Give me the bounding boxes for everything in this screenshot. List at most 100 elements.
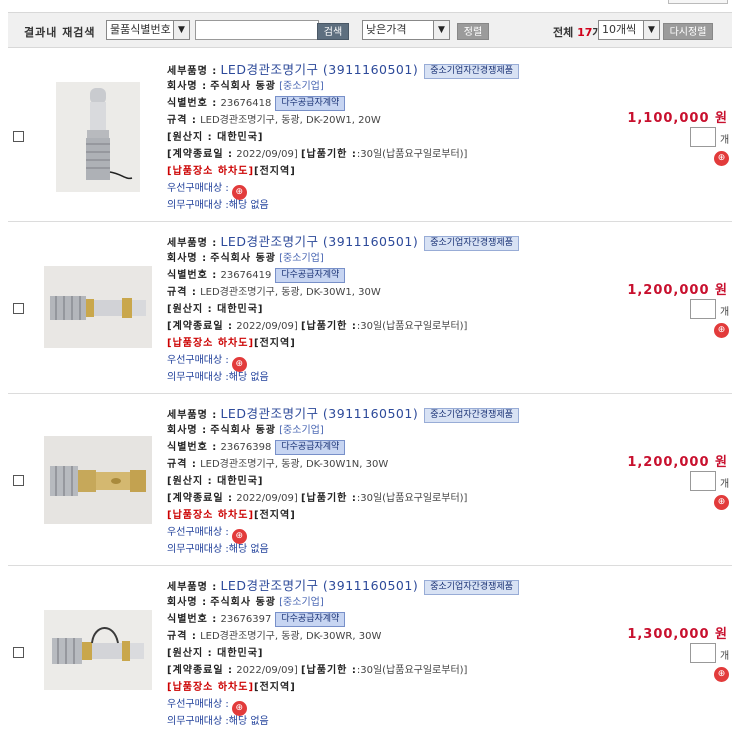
product-name-link[interactable]: LED경관조명기구 (3911160501) — [220, 406, 418, 421]
company-type: [중소기업] — [279, 81, 324, 92]
company-name[interactable]: 주식회사 동광 — [210, 81, 276, 92]
delivery-value: :30일(납품요구일로부터)] — [356, 493, 468, 504]
search-button[interactable]: 검색 — [317, 23, 349, 40]
sort-button[interactable]: 정렬 — [457, 23, 489, 40]
price: 1,100,000 원 — [627, 111, 728, 126]
total-count: 전체 17개 — [553, 24, 603, 40]
select-checkbox[interactable] — [13, 303, 24, 314]
company-name[interactable]: 주식회사 동광 — [210, 425, 276, 436]
product-row: 세부품명 : LED경관조명기구 (3911160501) 중소기업자간경쟁제품 … — [8, 54, 732, 222]
mandatory-value: 해당 없음 — [228, 544, 269, 555]
delivery-label: [납품기한 : — [300, 665, 357, 676]
delivery-place-value: [전지역] — [254, 682, 296, 693]
product-label: 세부품명 : — [167, 66, 218, 77]
quantity-input[interactable] — [690, 471, 716, 491]
total-label: 전체 — [553, 26, 574, 39]
contract-badge: 다수공급자계약 — [275, 440, 346, 455]
select-checkbox[interactable] — [13, 647, 24, 658]
search-field-value: 물품식별번호 — [110, 23, 171, 36]
id-label: 식별번호 : — [167, 614, 218, 625]
search-field-select[interactable]: 물품식별번호 ▼ — [106, 20, 190, 40]
product-name-link[interactable]: LED경관조명기구 (3911160501) — [220, 62, 418, 77]
contract-end-value: 2022/09/09] — [236, 149, 298, 160]
delivery-value: :30일(납품요구일로부터)] — [356, 149, 468, 160]
product-image[interactable] — [44, 436, 152, 524]
total-number: 17 — [577, 26, 593, 39]
delivery-place-label: [납품장소 하차도] — [167, 510, 255, 521]
product-label: 세부품명 : — [167, 410, 218, 421]
spec-value: LED경관조명기구, 동광, DK-30WR, 30W — [200, 631, 382, 642]
select-checkbox[interactable] — [13, 131, 24, 142]
quantity-input[interactable] — [690, 643, 716, 663]
company-type: [중소기업] — [279, 253, 324, 264]
contract-end-label: [계약종료일 : — [167, 665, 234, 676]
search-input[interactable] — [195, 20, 319, 40]
quantity-unit: 개 — [720, 479, 730, 490]
spec-value: LED경관조명기구, 동광, DK-30W1, 30W — [200, 287, 381, 298]
product-image[interactable] — [56, 82, 140, 192]
product-info: 세부품명 : LED경관조명기구 (3911160501) 중소기업자간경쟁제품 … — [167, 61, 567, 214]
product-info: 세부품명 : LED경관조명기구 (3911160501) 중소기업자간경쟁제품 … — [167, 233, 567, 386]
competition-badge: 중소기업자간경쟁제품 — [424, 408, 520, 423]
id-value: 23676398 — [220, 442, 272, 453]
spec-label: 규격 : — [167, 631, 197, 642]
contract-end-value: 2022/09/09] — [236, 665, 298, 676]
spec-label: 규격 : — [167, 115, 197, 126]
competition-badge: 중소기업자간경쟁제품 — [424, 236, 520, 251]
product-label: 세부품명 : — [167, 238, 218, 249]
product-row: 세부품명 : LED경관조명기구 (3911160501) 중소기업자간경쟁제품 … — [8, 570, 732, 730]
gov-mark-icon: ⊕ — [714, 323, 729, 338]
mandatory-value: 해당 없음 — [228, 200, 269, 211]
priority-label: 우선구매대상 : — [167, 355, 229, 366]
priority-label: 우선구매대상 : — [167, 699, 229, 710]
contract-badge: 다수공급자계약 — [275, 612, 346, 627]
company-name[interactable]: 주식회사 동광 — [210, 597, 276, 608]
product-label: 세부품명 : — [167, 582, 218, 593]
product-image[interactable] — [44, 610, 152, 690]
sort-select[interactable]: 낮은가격 ▼ — [362, 20, 450, 40]
quantity-input[interactable] — [690, 127, 716, 147]
contract-badge: 다수공급자계약 — [275, 96, 346, 111]
delivery-place-label: [납품장소 하차도] — [167, 166, 255, 177]
select-checkbox[interactable] — [13, 475, 24, 486]
product-row: 세부품명 : LED경관조명기구 (3911160501) 중소기업자간경쟁제품 … — [8, 398, 732, 566]
delivery-place-label: [납품장소 하차도] — [167, 682, 255, 693]
product-image[interactable] — [44, 266, 152, 348]
origin: [원산지 : 대한민국] — [167, 304, 264, 315]
company-type: [중소기업] — [279, 425, 324, 436]
company-name[interactable]: 주식회사 동광 — [210, 253, 276, 264]
price: 1,300,000 원 — [627, 627, 728, 642]
delivery-value: :30일(납품요구일로부터)] — [356, 321, 468, 332]
product-name-link[interactable]: LED경관조명기구 (3911160501) — [220, 578, 418, 593]
contract-end-value: 2022/09/09] — [236, 493, 298, 504]
gov-mark-icon: ⊕ — [714, 151, 729, 166]
quantity-unit: 개 — [720, 651, 730, 662]
delivery-place-value: [전지역] — [254, 338, 296, 349]
per-page-value: 10개씩 — [602, 23, 637, 36]
product-info: 세부품명 : LED경관조명기구 (3911160501) 중소기업자간경쟁제품 … — [167, 405, 567, 558]
per-page-select[interactable]: 10개씩 ▼ — [598, 20, 660, 40]
delivery-place-value: [전지역] — [254, 510, 296, 521]
contract-end-value: 2022/09/09] — [236, 321, 298, 332]
contract-badge: 다수공급자계약 — [275, 268, 346, 283]
quantity-unit: 개 — [720, 135, 730, 146]
product-name-link[interactable]: LED경관조명기구 (3911160501) — [220, 234, 418, 249]
company-label: 회사명 : — [167, 81, 208, 92]
id-value: 23676418 — [220, 98, 272, 109]
reorder-button[interactable]: 다시정렬 — [663, 23, 713, 40]
price: 1,200,000 원 — [627, 455, 728, 470]
delivery-label: [납품기한 : — [300, 321, 357, 332]
contract-end-label: [계약종료일 : — [167, 321, 234, 332]
contract-end-label: [계약종료일 : — [167, 493, 234, 504]
competition-badge: 중소기업자간경쟁제품 — [424, 64, 520, 79]
origin: [원산지 : 대한민국] — [167, 132, 264, 143]
delivery-label: [납품기한 : — [300, 149, 357, 160]
company-label: 회사명 : — [167, 597, 208, 608]
spec-label: 규격 : — [167, 287, 197, 298]
delivery-place-value: [전지역] — [254, 166, 296, 177]
company-type: [중소기업] — [279, 597, 324, 608]
spec-value: LED경관조명기구, 동광, DK-20W1, 20W — [200, 115, 381, 126]
contract-end-label: [계약종료일 : — [167, 149, 234, 160]
product-info: 세부품명 : LED경관조명기구 (3911160501) 중소기업자간경쟁제품 … — [167, 577, 567, 730]
quantity-input[interactable] — [690, 299, 716, 319]
